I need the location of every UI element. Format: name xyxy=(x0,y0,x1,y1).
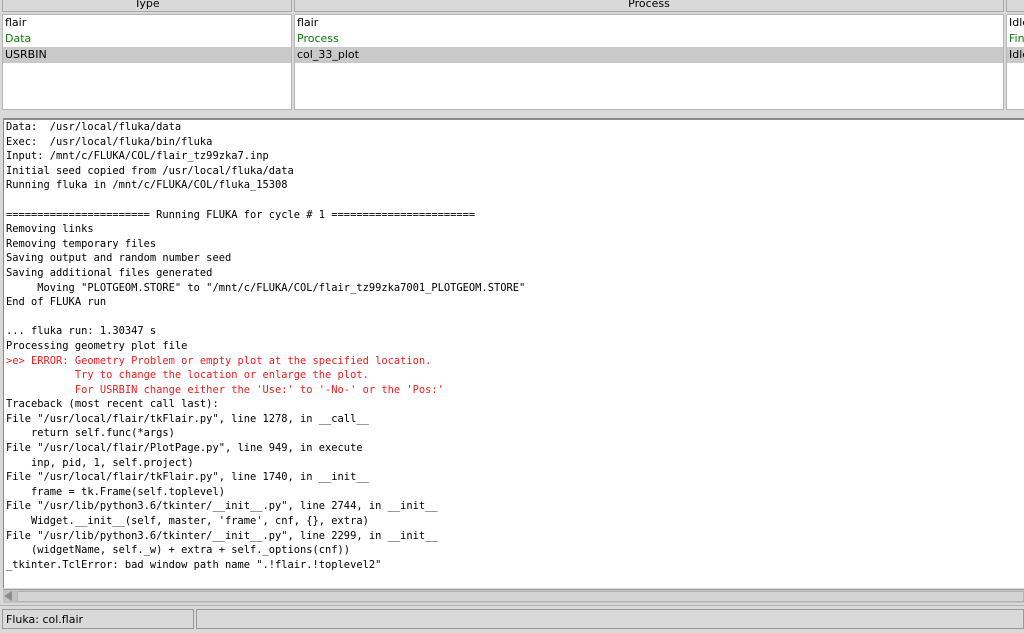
log-line: Removing temporary files xyxy=(6,237,157,250)
log-line: Running fluka in /mnt/c/FLUKA/COL/fluka_… xyxy=(6,179,288,192)
log-error-line: Try to change the location or enlarge th… xyxy=(6,369,369,382)
log-line: Input: /mnt/c/FLUKA/COL/flair_tz99zka7.i… xyxy=(6,150,269,163)
type-column-list[interactable]: flair Data USRBIN xyxy=(2,14,292,110)
log-line: File "/usr/local/flair/tkFlair.py", line… xyxy=(6,412,369,425)
process-column: Process flair Process col_33_plot xyxy=(294,0,1004,110)
log-line: Widget.__init__(self, master, 'frame', c… xyxy=(6,515,369,528)
log-line: Exec: /usr/local/fluka/bin/fluka xyxy=(6,135,213,148)
status-column-header[interactable] xyxy=(1006,0,1024,12)
table-row[interactable]: Fin xyxy=(1007,31,1024,47)
log-line: Moving "PLOTGEOM.STORE" to "/mnt/c/FLUKA… xyxy=(6,281,526,294)
status-message xyxy=(196,609,1024,629)
type-column: Type flair Data USRBIN xyxy=(2,0,292,110)
log-line: End of FLUKA run xyxy=(6,296,107,309)
log-line: Initial seed copied from /usr/local/fluk… xyxy=(6,164,294,177)
status-column-list[interactable]: Idle Fin Idle xyxy=(1006,14,1024,110)
log-line: File "/usr/local/flair/tkFlair.py", line… xyxy=(6,471,369,484)
process-column-list[interactable]: flair Process col_33_plot xyxy=(294,14,1004,110)
log-line: (widgetName, self._w) + extra + self._op… xyxy=(6,544,351,557)
table-row[interactable]: col_33_plot xyxy=(295,47,1003,63)
log-output[interactable]: Data: /usr/local/fluka/data Exec: /usr/lo… xyxy=(3,118,1024,588)
log-line: return self.func(*args) xyxy=(6,427,175,440)
status-column: Idle Fin Idle xyxy=(1006,0,1024,110)
table-row[interactable]: Idle xyxy=(1007,47,1024,63)
log-line: Data: /usr/local/fluka/data xyxy=(6,121,182,133)
log-line: File "/usr/local/flair/PlotPage.py", lin… xyxy=(6,442,363,455)
log-line: _tkinter.TclError: bad window path name … xyxy=(6,558,382,571)
log-error-line: >e> ERROR: Geometry Problem or empty plo… xyxy=(6,354,432,367)
table-row[interactable]: USRBIN xyxy=(3,47,291,63)
type-column-header[interactable]: Type xyxy=(2,0,292,12)
scrollbar-thumb[interactable] xyxy=(17,591,1024,602)
log-line: File "/usr/lib/python3.6/tkinter/__init_… xyxy=(6,529,438,542)
table-row[interactable]: Process xyxy=(295,31,1003,47)
table-row[interactable]: flair xyxy=(295,15,1003,31)
run-table: Type flair Data USRBIN Process flair Pro… xyxy=(0,0,1024,112)
table-row[interactable]: flair xyxy=(3,15,291,31)
log-line: Removing links xyxy=(6,223,94,236)
log-line: Traceback (most recent call last): xyxy=(6,398,219,411)
log-line: Saving additional files generated xyxy=(6,266,213,279)
log-line: frame = tk.Frame(self.toplevel) xyxy=(6,485,225,498)
log-line: Saving output and random number seed xyxy=(6,252,232,265)
status-text: Fluka: col.flair xyxy=(2,609,194,629)
table-row[interactable]: Idle xyxy=(1007,15,1024,31)
log-line: File "/usr/lib/python3.6/tkinter/__init_… xyxy=(6,500,438,513)
table-row[interactable]: Data xyxy=(3,31,291,47)
horizontal-scrollbar[interactable] xyxy=(3,589,1024,603)
log-line: inp, pid, 1, self.project) xyxy=(6,456,194,469)
log-line: ... fluka run: 1.30347 s xyxy=(6,325,157,338)
process-column-header[interactable]: Process xyxy=(294,0,1004,12)
log-line: ======================= Running FLUKA fo… xyxy=(6,208,476,221)
log-line: Processing geometry plot file xyxy=(6,339,188,352)
log-error-line: For USRBIN change either the 'Use:' to '… xyxy=(6,383,444,396)
arrow-left-icon[interactable] xyxy=(4,591,12,601)
status-bar: Fluka: col.flair xyxy=(0,605,1024,633)
